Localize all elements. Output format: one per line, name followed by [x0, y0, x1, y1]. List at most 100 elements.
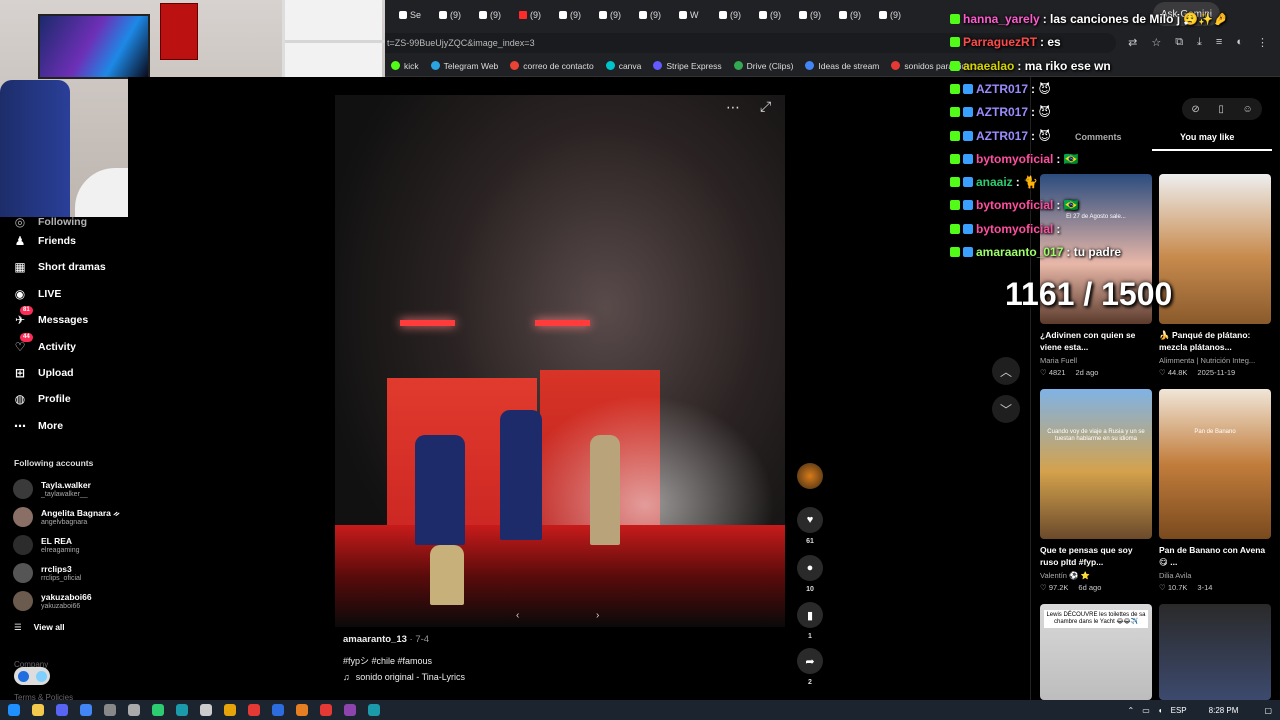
- person-icon[interactable]: ☺: [1242, 104, 1252, 115]
- browser-tab[interactable]: (9): [425, 3, 465, 27]
- card-title[interactable]: ¿Adivinen con quien se viene esta...: [1040, 329, 1152, 353]
- browser-tab[interactable]: (9): [505, 3, 545, 27]
- discord-icon[interactable]: [50, 700, 74, 720]
- chrome-icon[interactable]: [74, 700, 98, 720]
- windows-start-icon[interactable]: [2, 700, 26, 720]
- browser-tab[interactable]: W: [665, 3, 705, 27]
- stream-deck-icon[interactable]: [338, 700, 362, 720]
- save-button[interactable]: ▮ 1: [795, 602, 825, 640]
- chevron-up-icon[interactable]: ⌃: [1128, 706, 1135, 715]
- card-author[interactable]: Maria Fuell: [1040, 356, 1152, 365]
- sidebar-item-upload[interactable]: ⊞ Upload: [12, 362, 74, 384]
- volume-icon[interactable]: ◖: [1158, 706, 1163, 715]
- bookmark-item[interactable]: Ideas de stream: [799, 61, 885, 71]
- profile-icon[interactable]: ◐: [1236, 36, 1243, 49]
- following-account[interactable]: Tayla.walker _taylawalker__: [13, 479, 91, 499]
- device-icon[interactable]: ▯: [1218, 104, 1224, 115]
- comment-button[interactable]: ● 10: [795, 555, 825, 593]
- app-icon[interactable]: [290, 700, 314, 720]
- share-button[interactable]: ➦ 2: [795, 648, 825, 686]
- recommended-video-card[interactable]: Pan de Banano Pan de Banano con Avena 😋 .…: [1159, 389, 1271, 592]
- recommended-video-card[interactable]: [1159, 604, 1271, 700]
- tab-you-may-like[interactable]: You may like: [1180, 132, 1234, 142]
- clock[interactable]: 8:28 PM: [1209, 706, 1239, 715]
- red-app-icon[interactable]: [242, 700, 266, 720]
- bookmark-item[interactable]: kick: [385, 61, 425, 71]
- view-all-link[interactable]: ☰ View all: [14, 622, 65, 633]
- video-thumbnail[interactable]: [1159, 174, 1271, 324]
- bookmark-item[interactable]: Stripe Express: [647, 61, 727, 71]
- card-title[interactable]: 🍌 Panqué de plátano: mezcla plátanos...: [1159, 329, 1271, 353]
- post-photo[interactable]: [335, 95, 785, 627]
- browser-tab[interactable]: (9): [465, 3, 505, 27]
- post-sound[interactable]: ♫ sonido original - Tina-Lyrics: [343, 672, 465, 682]
- menu-icon[interactable]: ⋮: [1257, 36, 1268, 49]
- post-author[interactable]: amaaranto_13: [343, 634, 407, 645]
- card-author[interactable]: Alimmenta | Nutrición Integ...: [1159, 356, 1271, 365]
- prev-image-icon[interactable]: ‹: [516, 610, 519, 621]
- obs-icon[interactable]: [314, 700, 338, 720]
- bookmark-item[interactable]: Telegram Web: [425, 61, 505, 71]
- sidebar-item-profile[interactable]: ◍ Profile: [12, 388, 71, 410]
- settings-icon[interactable]: [98, 700, 122, 720]
- card-title[interactable]: Pan de Banano con Avena 😋 ...: [1159, 544, 1271, 568]
- tab-comments[interactable]: Comments: [1075, 132, 1122, 142]
- app-icon[interactable]: [194, 700, 218, 720]
- link-icon[interactable]: ⊘: [1191, 104, 1199, 115]
- sidebar-item-friends[interactable]: ♟ Friends: [12, 230, 76, 252]
- language-indicator[interactable]: ESP: [1171, 706, 1187, 715]
- like-button[interactable]: ♥ 61: [795, 507, 825, 545]
- browser-tab[interactable]: (9): [585, 3, 625, 27]
- next-image-icon[interactable]: ›: [596, 610, 599, 621]
- bookmark-item[interactable]: Drive (Clips): [728, 61, 800, 71]
- browser-tab[interactable]: Se: [385, 3, 425, 27]
- video-thumbnail[interactable]: Lewis DÉCOUVRE les toilettes de sa chamb…: [1040, 604, 1152, 700]
- sidebar-item-activity[interactable]: ♡ 44 Activity: [12, 332, 76, 358]
- browser-tab[interactable]: (9): [865, 3, 905, 27]
- folder-icon[interactable]: [218, 700, 242, 720]
- bookmark-star-icon[interactable]: ☆: [1151, 36, 1161, 49]
- browser-tab[interactable]: (9): [825, 3, 865, 27]
- video-thumbnail[interactable]: Pan de Banano: [1159, 389, 1271, 539]
- browser-tab[interactable]: (9): [545, 3, 585, 27]
- fullscreen-icon[interactable]: ⤢: [760, 98, 771, 115]
- card-author[interactable]: Valentín ⚽ ⭐: [1040, 571, 1152, 580]
- translate-icon[interactable]: ⇄: [1128, 36, 1137, 49]
- recommended-video-card[interactable]: 🍌 Panqué de plátano: mezcla plátanos... A…: [1159, 174, 1271, 377]
- following-account[interactable]: Angelita Bagnara ᨀ angelvbagnara: [13, 507, 120, 527]
- steam-icon[interactable]: [170, 700, 194, 720]
- bookmark-item[interactable]: canva: [600, 61, 648, 71]
- more-options-icon[interactable]: ⋯: [726, 99, 740, 116]
- extensions-icon[interactable]: ⧉: [1175, 36, 1183, 49]
- following-account[interactable]: yakuzaboi66 yakuzaboi66: [13, 591, 92, 611]
- app-icon[interactable]: [122, 700, 146, 720]
- browser-tab[interactable]: (9): [745, 3, 785, 27]
- sidebar-item-more[interactable]: ⋯ More: [12, 415, 63, 437]
- media-controls-icon[interactable]: ≡: [1216, 36, 1222, 49]
- bookmark-item[interactable]: correo de contacto: [504, 61, 599, 71]
- photoshop-icon[interactable]: [266, 700, 290, 720]
- video-thumbnail[interactable]: Cuando voy de viaje a Rusia y un se tues…: [1040, 389, 1152, 539]
- notification-icon[interactable]: ▢: [1264, 706, 1272, 715]
- download-icon[interactable]: ⤓: [1197, 36, 1202, 49]
- file-explorer-icon[interactable]: [26, 700, 50, 720]
- following-account[interactable]: EL REA elreagaming: [13, 535, 80, 555]
- browser-tab[interactable]: (9): [785, 3, 825, 27]
- floating-toggle-button[interactable]: [14, 667, 50, 685]
- recommended-video-card[interactable]: Lewis DÉCOUVRE les toilettes de sa chamb…: [1040, 604, 1152, 700]
- following-account[interactable]: rrclips3 rrclips_oficial: [13, 563, 81, 583]
- network-icon[interactable]: ▭: [1142, 706, 1150, 715]
- post-hashtags[interactable]: #fypシ #chile #famous: [343, 654, 432, 667]
- previous-video-button[interactable]: ︿: [992, 357, 1020, 385]
- creator-avatar[interactable]: [797, 463, 823, 489]
- next-video-button[interactable]: ﹀: [992, 395, 1020, 423]
- green-app-icon[interactable]: [146, 700, 170, 720]
- card-author[interactable]: Dilia Avila: [1159, 571, 1271, 580]
- card-title[interactable]: Que te pensas que soy ruso pltd #fyp...: [1040, 544, 1152, 568]
- sidebar-item-short-dramas[interactable]: ▦ Short dramas: [12, 256, 105, 278]
- steam-icon[interactable]: [362, 700, 386, 720]
- sidebar-item-live[interactable]: ◉ LIVE: [12, 283, 62, 305]
- browser-tab[interactable]: (9): [705, 3, 745, 27]
- video-thumbnail[interactable]: [1159, 604, 1271, 700]
- recommended-video-card[interactable]: Cuando voy de viaje a Rusia y un se tues…: [1040, 389, 1152, 592]
